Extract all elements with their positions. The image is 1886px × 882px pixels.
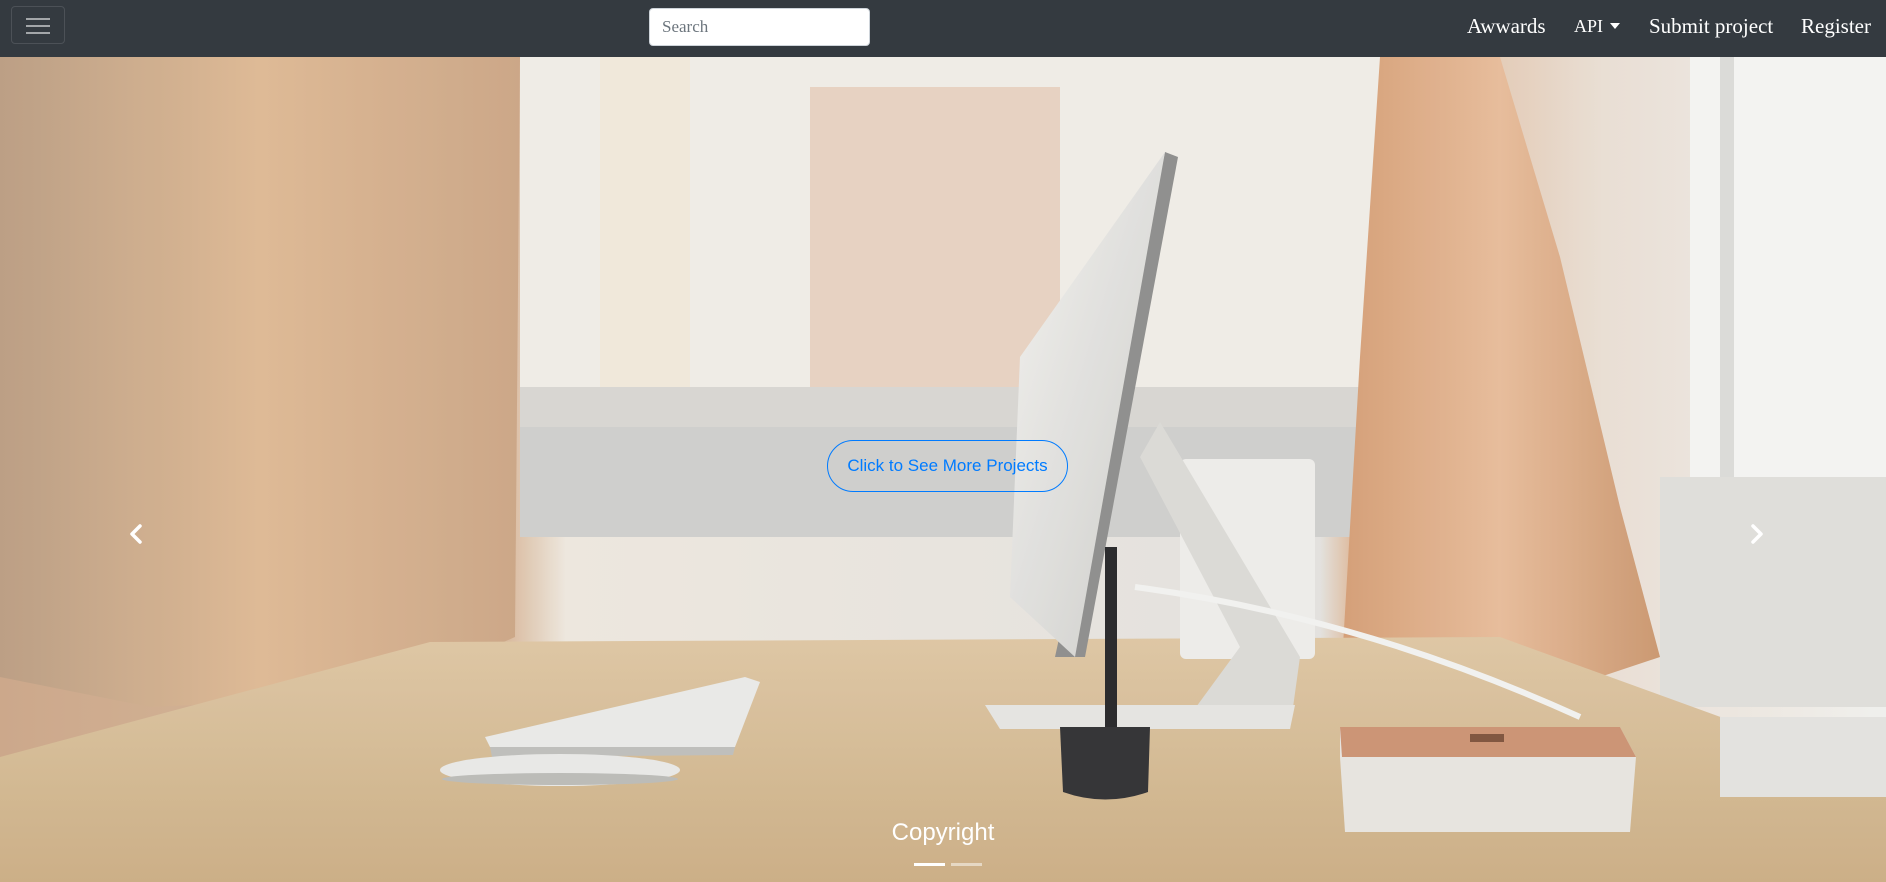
nav-link-awwards[interactable]: Awwards (1467, 14, 1546, 39)
menu-toggle-button[interactable] (11, 6, 65, 44)
see-more-projects-button[interactable]: Click to See More Projects (827, 440, 1068, 492)
carousel-prev-button[interactable] (127, 523, 147, 545)
carousel-indicator-1[interactable] (914, 863, 945, 866)
chevron-right-icon (1751, 524, 1763, 544)
carousel-next-button[interactable] (1746, 523, 1766, 545)
carousel-indicator-2[interactable] (951, 863, 982, 866)
nav-dropdown-api-label: API (1574, 16, 1604, 36)
caret-down-icon (1610, 23, 1621, 29)
copyright-text: Copyright (891, 819, 995, 846)
chevron-left-icon (130, 524, 142, 544)
nav-link-submit-project[interactable]: Submit project (1649, 14, 1773, 39)
search-input[interactable] (649, 8, 870, 46)
nav-link-register[interactable]: Register (1801, 14, 1871, 39)
top-navbar: Awwards API Submit project Register (0, 0, 1886, 57)
nav-dropdown-api[interactable]: API (1574, 16, 1621, 37)
